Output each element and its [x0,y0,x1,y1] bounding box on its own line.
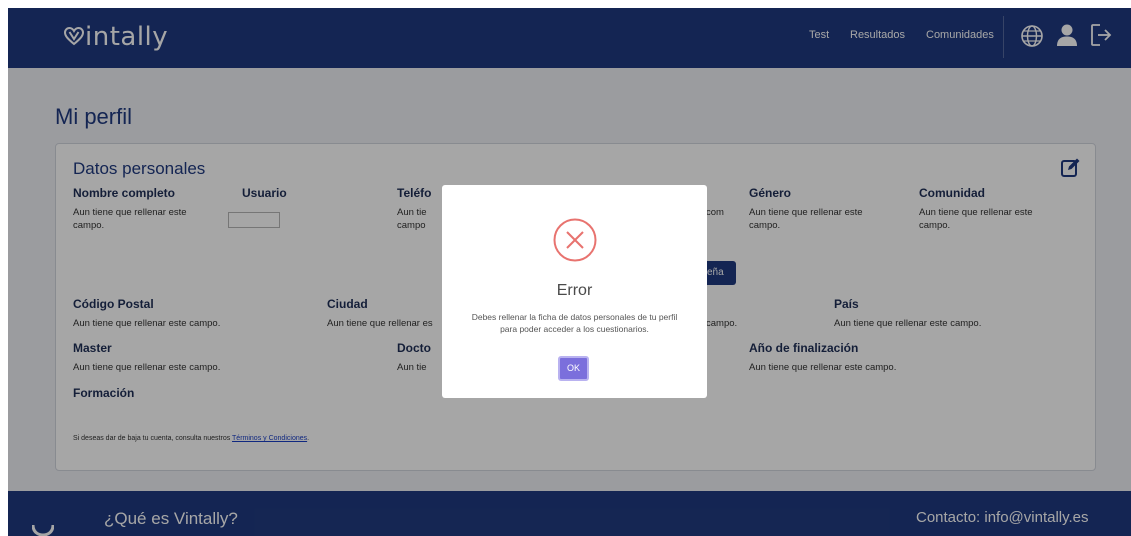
dialog-title: Error [556,282,593,299]
error-dialog: Error Debes rellenar la ficha de datos p… [442,185,707,398]
app-frame: intally Test Resultados Comunidades Mi p… [8,8,1131,536]
ok-button[interactable]: OK [558,356,589,381]
error-x-icon [553,218,597,262]
dialog-message: Debes rellenar la ficha de datos persona… [471,312,678,334]
